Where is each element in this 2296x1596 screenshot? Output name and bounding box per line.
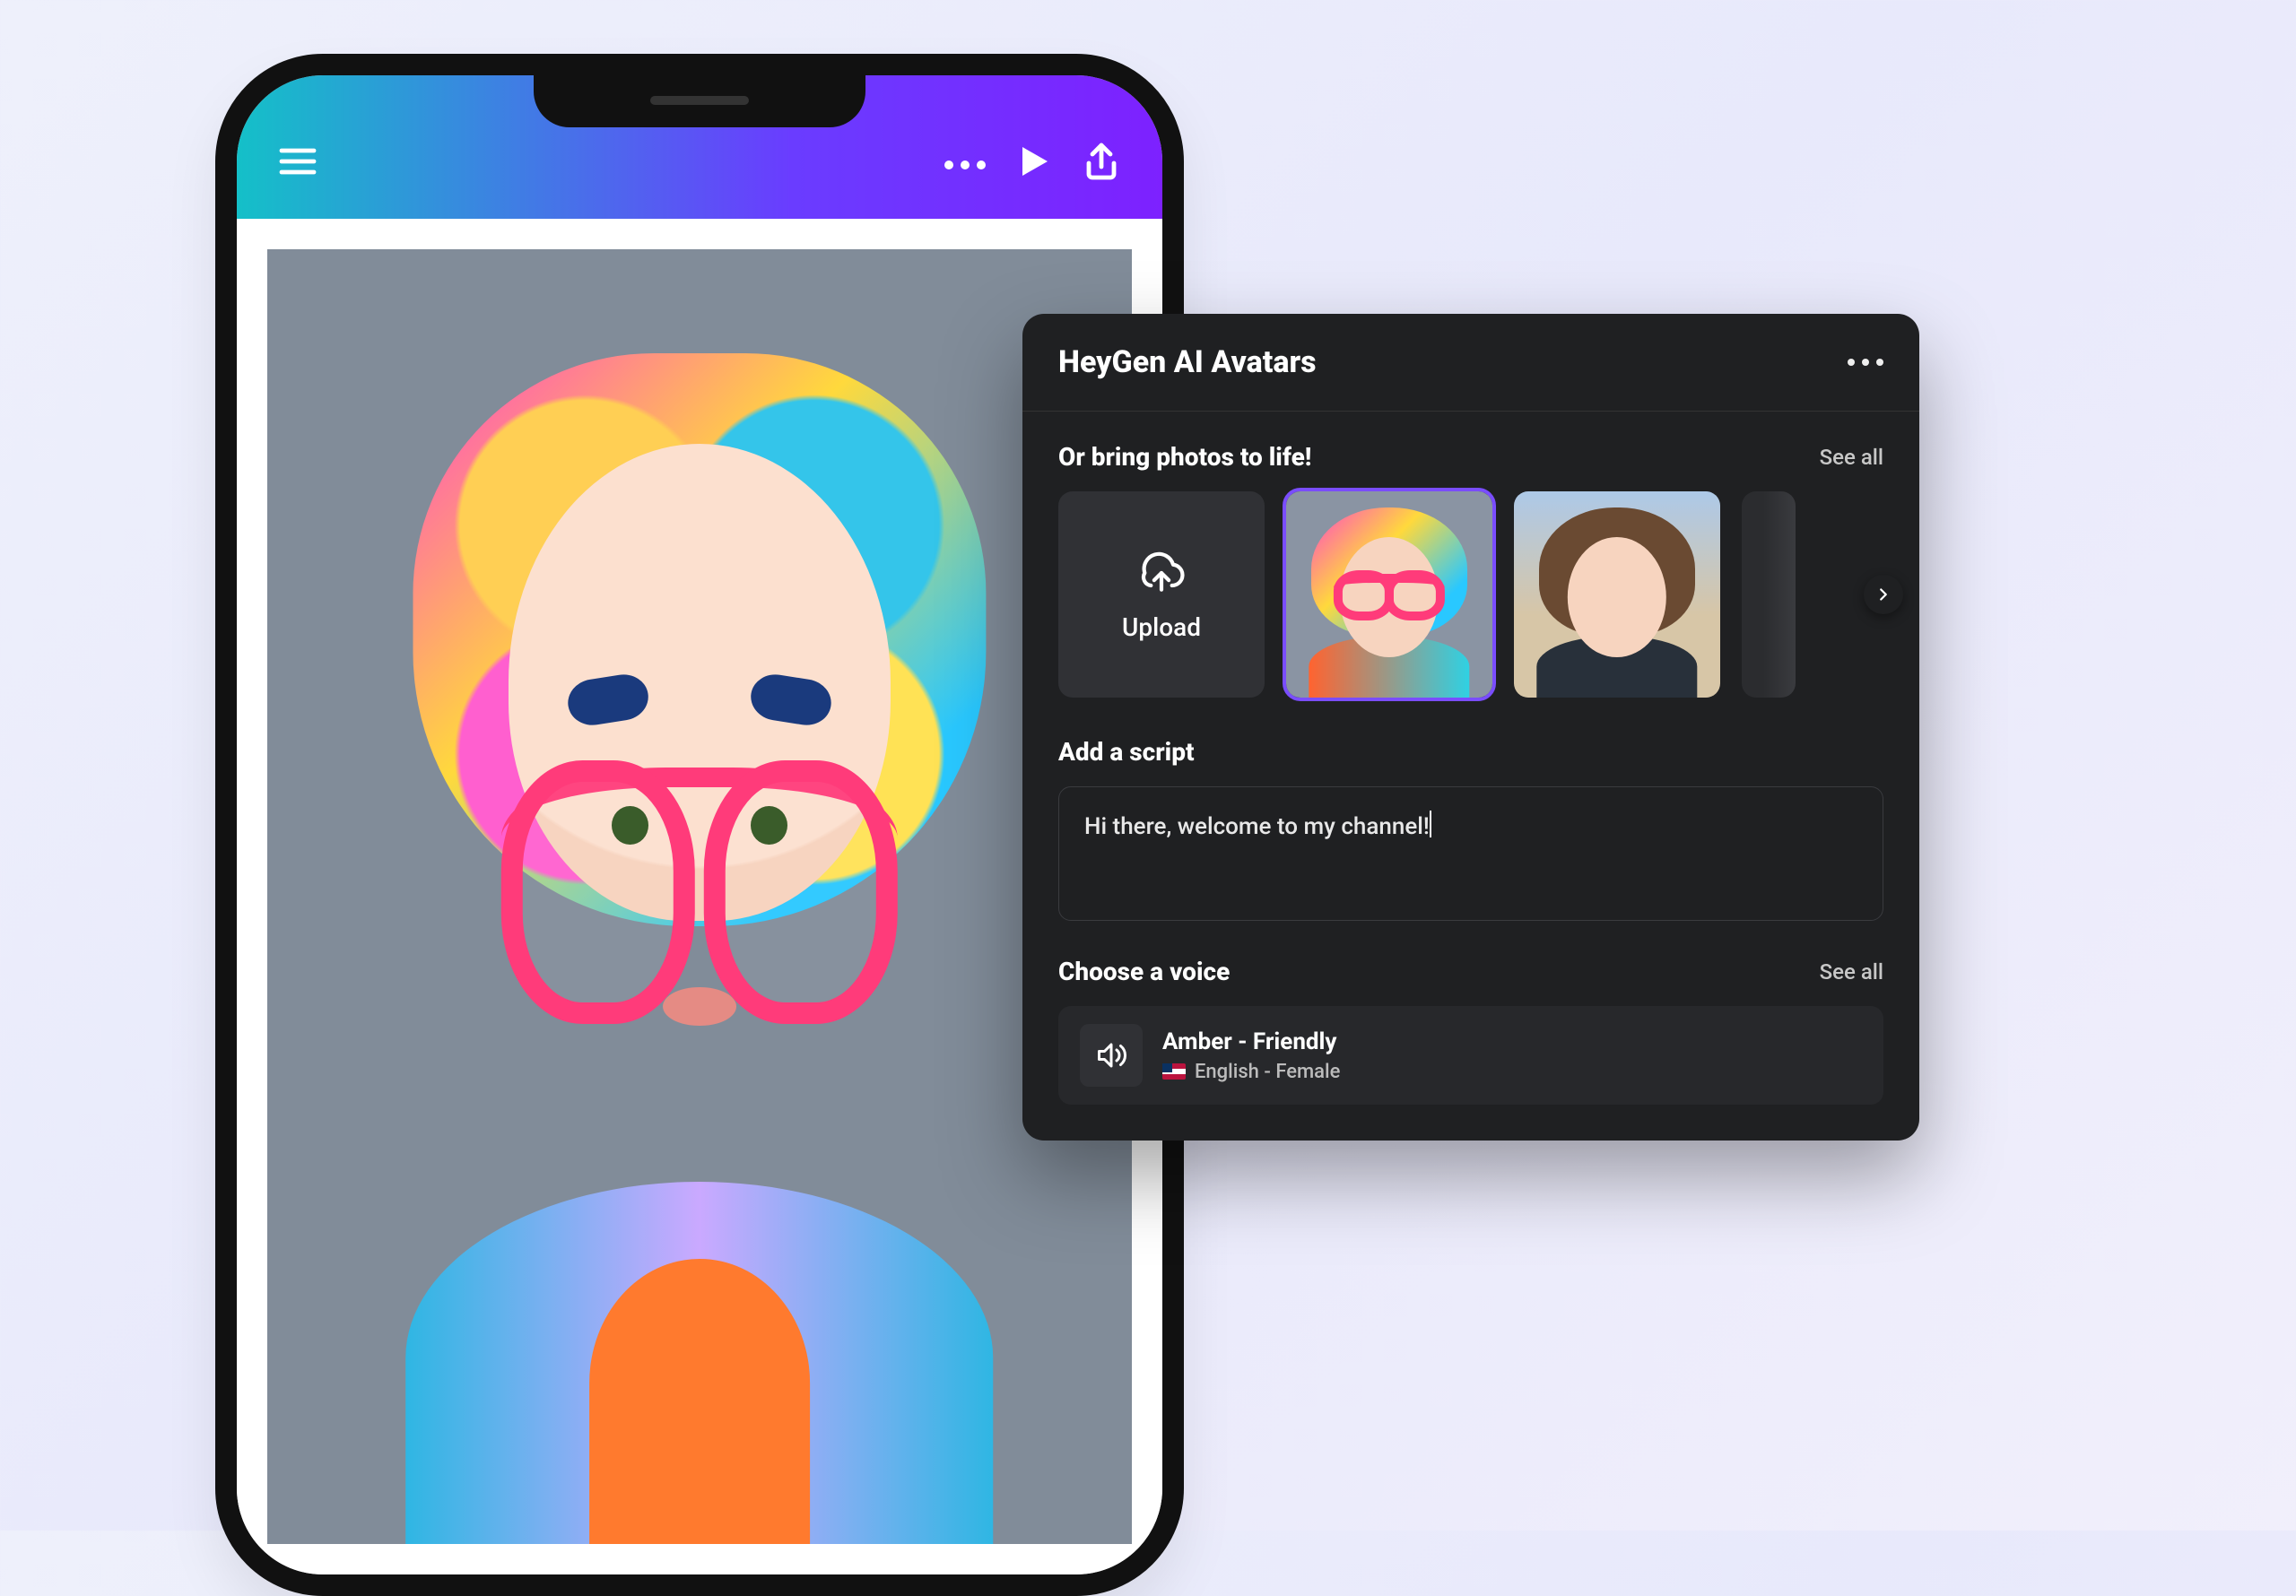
voice-language-text: English - Female — [1195, 1061, 1340, 1083]
panel-more-icon[interactable] — [1848, 359, 1883, 366]
more-icon[interactable] — [944, 143, 987, 186]
photos-list: Upload — [1058, 491, 1883, 698]
voice-header: Choose a voice See all — [1058, 957, 1883, 986]
photos-heading: Or bring photos to life! — [1058, 442, 1311, 472]
avatar-thumb — [1514, 491, 1720, 698]
voice-name: Amber - Friendly — [1162, 1028, 1340, 1055]
voice-see-all[interactable]: See all — [1820, 959, 1883, 984]
menu-icon[interactable] — [276, 140, 319, 186]
script-header: Add a script — [1058, 737, 1883, 767]
cloud-upload-icon — [1136, 548, 1187, 598]
avatar-thumb — [1286, 491, 1492, 698]
avatar-tile-boy[interactable] — [1514, 491, 1720, 698]
panel-title: HeyGen AI Avatars — [1058, 344, 1317, 380]
speaker-icon — [1080, 1024, 1143, 1087]
photos-header: Or bring photos to life! See all — [1058, 442, 1883, 472]
voice-language: English - Female — [1162, 1061, 1340, 1083]
script-value: Hi there, welcome to my channel! — [1084, 813, 1430, 840]
flag-us-icon — [1162, 1063, 1186, 1080]
phone-speaker — [650, 96, 749, 105]
script-heading: Add a script — [1058, 737, 1195, 767]
avatar-tile-rainbow[interactable] — [1286, 491, 1492, 698]
voice-heading: Choose a voice — [1058, 957, 1230, 986]
avatar-main — [332, 249, 1066, 1544]
upload-tile[interactable]: Upload — [1058, 491, 1265, 698]
scroll-right-button[interactable] — [1864, 575, 1903, 614]
phone-notch — [534, 74, 865, 127]
share-icon[interactable] — [1080, 140, 1123, 186]
voice-meta: Amber - Friendly English - Female — [1162, 1028, 1340, 1083]
chevron-right-icon — [1874, 585, 1893, 604]
text-cursor — [1430, 811, 1431, 837]
upload-label: Upload — [1122, 612, 1201, 642]
avatar-tile-peek[interactable] — [1742, 491, 1796, 698]
voice-option[interactable]: Amber - Friendly English - Female — [1058, 1006, 1883, 1105]
canvas[interactable] — [267, 249, 1132, 1544]
script-input[interactable]: Hi there, welcome to my channel! — [1058, 786, 1883, 921]
panel-header: HeyGen AI Avatars — [1022, 314, 1919, 412]
play-icon[interactable] — [1012, 140, 1055, 186]
photos-see-all[interactable]: See all — [1820, 445, 1883, 470]
heygen-panel: HeyGen AI Avatars Or bring photos to lif… — [1022, 314, 1919, 1141]
